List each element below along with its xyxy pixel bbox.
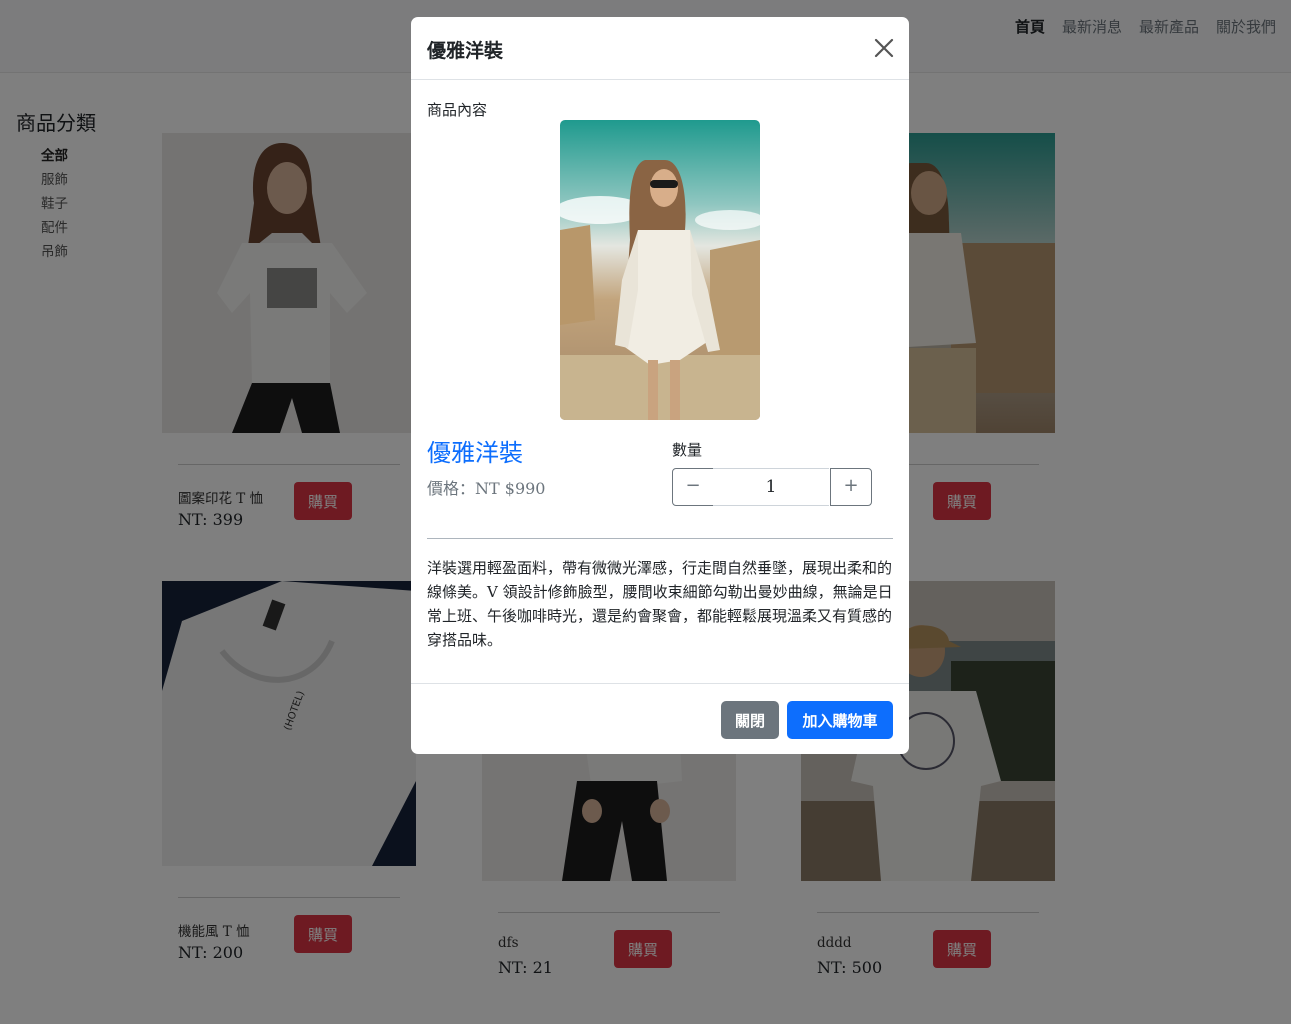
divider [427,538,893,539]
modal-title: 優雅洋裝 [427,40,504,62]
product-description: 洋裝選用輕盈面料，帶有微微光澤感，行走間自然垂墜，展現出柔和的線條美。V 領設計… [427,559,893,649]
product-name: 優雅洋裝 [427,439,523,467]
product-modal: 優雅洋裝 商品內容 優雅洋裝 價格：NT $990 數量 − 1 + 洋裝選用輕… [411,17,909,754]
add-to-cart-button[interactable]: 加入購物車 [787,701,893,739]
section-label: 商品內容 [427,101,488,119]
modal-footer: 關閉 加入購物車 [411,683,909,754]
close-button[interactable]: 關閉 [721,701,779,739]
increment-button[interactable]: + [830,468,872,506]
quantity-input[interactable] [713,468,829,506]
decrement-button[interactable]: − [672,468,714,506]
close-icon[interactable] [873,37,895,59]
modal-header: 優雅洋裝 [411,17,909,80]
quantity-label: 數量 [672,441,703,459]
quantity-stepper: − + [672,468,872,506]
product-hero-image [560,120,760,420]
product-price: 價格：NT $990 [427,479,546,498]
